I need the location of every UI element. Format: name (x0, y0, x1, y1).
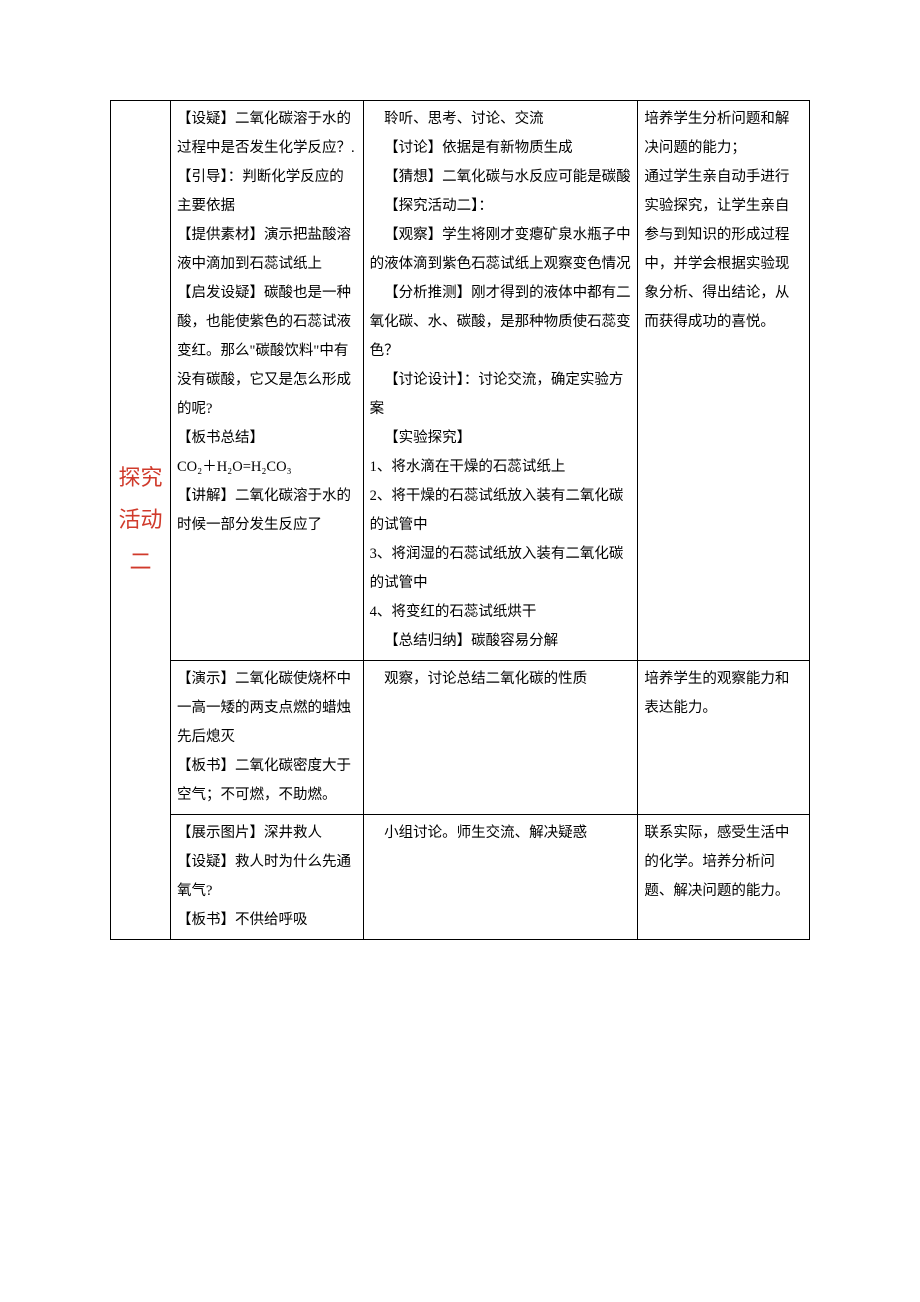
student-line: 【讨论】依据是有新物质生成 (370, 134, 632, 163)
intent-line: 培养学生的观察能力和表达能力。 (644, 671, 789, 716)
section-label-cell: 探究活动二 (111, 101, 171, 940)
student-cell: 聆听、思考、讨论、交流 【讨论】依据是有新物质生成 【猜想】二氧化碳与水反应可能… (363, 101, 638, 661)
teacher-line: 【讲解】二氧化碳溶于水的时候一部分发生反应了 (177, 488, 351, 533)
intent-line: 联系实际，感受生活中的化学。培养分析问题、解决问题的能力。 (644, 825, 789, 899)
student-line: 【讨论设计】：讨论交流，确定实验方案 (370, 366, 632, 424)
teacher-line: 【展示图片】深井救人 (177, 825, 322, 841)
teacher-line: 【引导】：判断化学反应的主要依据 (177, 169, 344, 214)
student-line: 【分析推测】刚才得到的液体中都有二氧化碳、水、碳酸，是那种物质使石蕊变色？ (370, 279, 632, 366)
teacher-line: CO₂＋H₂O=H₂CO₃ (177, 459, 292, 475)
student-line: 观察，讨论总结二氧化碳的性质 (370, 665, 632, 694)
teacher-line: 【板书】不供给呼吸 (177, 912, 308, 928)
student-line: 【探究活动二】： (370, 192, 632, 221)
table-row: 探究活动二 【设疑】二氧化碳溶于水的过程中是否发生化学反应？. 【引导】：判断化… (111, 101, 810, 661)
section-label: 探究活动二 (113, 457, 168, 582)
teacher-line: 【设疑】二氧化碳溶于水的过程中是否发生化学反应？. (177, 111, 355, 156)
student-line: 2、将干燥的石蕊试纸放入装有二氧化碳的试管中 (370, 488, 624, 533)
teacher-line: 【提供素材】演示把盐酸溶液中滴加到石蕊试纸上 (177, 227, 351, 272)
teacher-line: 【设疑】救人时为什么先通氧气? (177, 854, 351, 899)
teacher-cell: 【演示】二氧化碳使烧杯中一高一矮的两支点燃的蜡烛先后熄灭 【板书】二氧化碳密度大… (171, 661, 364, 815)
student-line: 【总结归纳】碳酸容易分解 (370, 627, 632, 656)
student-line: 4、将变红的石蕊试纸烘干 (370, 604, 537, 620)
student-line: 3、将润湿的石蕊试纸放入装有二氧化碳的试管中 (370, 546, 624, 591)
intent-cell: 培养学生的观察能力和表达能力。 (638, 661, 810, 815)
intent-line: 通过学生亲自动手进行实验探究，让学生亲自参与到知识的形成过程中，并学会根据实验现… (644, 169, 789, 330)
student-cell: 小组讨论。师生交流、解决疑惑 (363, 815, 638, 940)
teacher-line: 【板书总结】 (177, 430, 264, 446)
lesson-plan-table: 探究活动二 【设疑】二氧化碳溶于水的过程中是否发生化学反应？. 【引导】：判断化… (110, 100, 810, 940)
table-row: 【演示】二氧化碳使烧杯中一高一矮的两支点燃的蜡烛先后熄灭 【板书】二氧化碳密度大… (111, 661, 810, 815)
student-line: 【实验探究】 (370, 424, 632, 453)
intent-cell: 培养学生分析问题和解决问题的能力； 通过学生亲自动手进行实验探究，让学生亲自参与… (638, 101, 810, 661)
student-line: 小组讨论。师生交流、解决疑惑 (370, 819, 632, 848)
student-line: 聆听、思考、讨论、交流 (370, 105, 632, 134)
intent-cell: 联系实际，感受生活中的化学。培养分析问题、解决问题的能力。 (638, 815, 810, 940)
intent-line: 培养学生分析问题和解决问题的能力； (644, 111, 789, 156)
teacher-line: 【板书】二氧化碳密度大于空气；不可燃，不助燃。 (177, 758, 351, 803)
teacher-line: 【演示】二氧化碳使烧杯中一高一矮的两支点燃的蜡烛先后熄灭 (177, 671, 351, 745)
student-line: 【观察】学生将刚才变瘪矿泉水瓶子中的液体滴到紫色石蕊试纸上观察变色情况 (370, 221, 632, 279)
teacher-cell: 【设疑】二氧化碳溶于水的过程中是否发生化学反应？. 【引导】：判断化学反应的主要… (171, 101, 364, 661)
document-page: 探究活动二 【设疑】二氧化碳溶于水的过程中是否发生化学反应？. 【引导】：判断化… (0, 0, 920, 1020)
table-row: 【展示图片】深井救人 【设疑】救人时为什么先通氧气? 【板书】不供给呼吸 小组讨… (111, 815, 810, 940)
student-line: 【猜想】二氧化碳与水反应可能是碳酸 (370, 163, 632, 192)
teacher-line: 【启发设疑】碳酸也是一种酸，也能使紫色的石蕊试液变红。那么"碳酸饮料"中有没有碳… (177, 285, 351, 417)
teacher-cell: 【展示图片】深井救人 【设疑】救人时为什么先通氧气? 【板书】不供给呼吸 (171, 815, 364, 940)
student-cell: 观察，讨论总结二氧化碳的性质 (363, 661, 638, 815)
student-line: 1、将水滴在干燥的石蕊试纸上 (370, 459, 566, 475)
